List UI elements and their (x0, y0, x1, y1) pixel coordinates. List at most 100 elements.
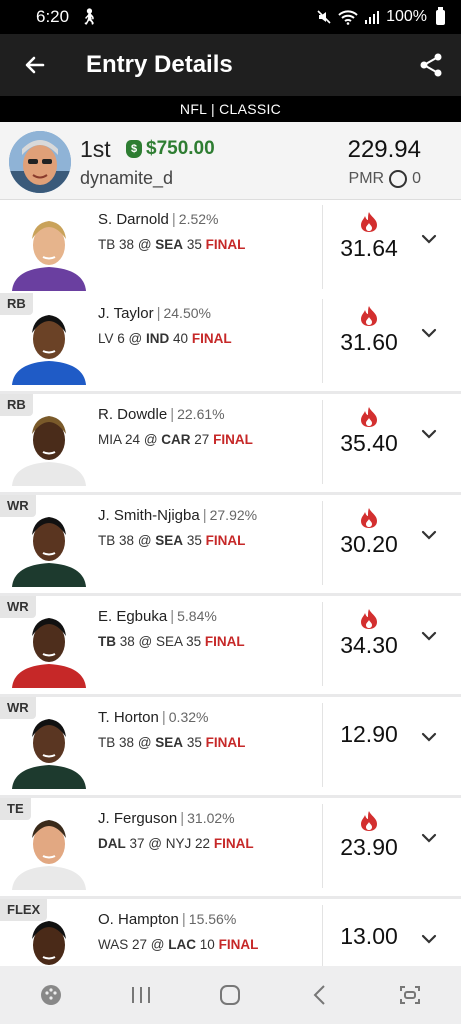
player-photo (10, 509, 88, 587)
player-list: S. Darnold | 2.52% TB 38 @ SEA 35 FINAL 31… (0, 200, 461, 966)
entry-summary: 1st $ $750.00 dynamite_d 229.94 PMR 0 (0, 122, 461, 200)
home-icon (220, 985, 241, 1005)
back-button[interactable] (0, 34, 70, 96)
ownership: 31.02% (187, 810, 235, 826)
chevron-down-icon[interactable] (419, 525, 439, 545)
player-row[interactable]: WR J. Smith-Njigba | 27.92% TB 38 @ SEA 35… (0, 495, 461, 593)
gamepad-button[interactable] (26, 975, 76, 1015)
player-row[interactable]: WR E. Egbuka | 5.84% TB 38 @ SEA 35 FINAL … (0, 596, 461, 694)
game-status: FINAL (204, 634, 245, 649)
player-row[interactable]: FLEX O. Hampton | 15.56% WAS 27 @ LAC 10 F… (0, 899, 461, 966)
team-2: LAC (168, 937, 197, 952)
team-1: TB (98, 533, 116, 548)
score-1: 6 (117, 331, 125, 346)
score-1: 24 (125, 432, 141, 447)
player-row[interactable]: RB J. Taylor | 24.50% LV 6 @ IND 40 FINAL … (0, 293, 461, 391)
flame-icon (361, 306, 377, 326)
team-1: TB (98, 634, 116, 649)
fantasy-points: 13.00 (340, 923, 398, 949)
game-info: TB 38 @ SEA 35 FINAL (98, 237, 246, 252)
player-name[interactable]: J. Smith-Njigba (98, 507, 200, 524)
pmr: PMR 0 (349, 170, 421, 188)
player-row[interactable]: TE J. Ferguson | 31.02% DAL 37 @ NYJ 22 FI… (0, 798, 461, 896)
team-2: NYJ (165, 836, 192, 851)
battery-icon (436, 6, 445, 25)
player-photo (10, 610, 88, 688)
prize: $ $750.00 (126, 138, 215, 160)
player-name[interactable]: J. Ferguson (98, 810, 177, 827)
score-2: 35 (186, 237, 202, 252)
game-status: FINAL (213, 432, 253, 447)
game-info: MIA 24 @ CAR 27 FINAL (98, 432, 253, 447)
contest-type-bar: NFL | CLASSIC (0, 96, 461, 122)
fantasy-points: 35.40 (340, 430, 398, 456)
player-row[interactable]: S. Darnold | 2.52% TB 38 @ SEA 35 FINAL 31… (0, 200, 461, 297)
avatar[interactable] (9, 131, 71, 193)
player-row[interactable]: WR T. Horton | 0.32% TB 38 @ SEA 35 FINAL … (0, 697, 461, 795)
chevron-down-icon[interactable] (419, 626, 439, 646)
team-2: SEA (155, 237, 184, 252)
game-status: FINAL (205, 735, 246, 750)
divider (322, 905, 323, 966)
score-2: 40 (173, 331, 189, 346)
fantasy-points: 31.64 (340, 235, 398, 261)
chevron-down-icon[interactable] (419, 727, 439, 747)
battery-percent: 100% (386, 8, 427, 25)
player-name-line: O. Hampton | 15.56% (98, 911, 237, 928)
divider (322, 205, 323, 289)
team-2: SEA (155, 533, 184, 548)
fantasy-points: 30.20 (340, 531, 398, 557)
chevron-down-icon[interactable] (419, 424, 439, 444)
score-1: 38 (119, 237, 135, 252)
page-title: Entry Details (86, 51, 233, 78)
app-header: Entry Details (0, 34, 461, 96)
game-status: FINAL (205, 237, 246, 252)
player-photo (10, 307, 88, 385)
flame-icon (361, 508, 377, 528)
game-status: FINAL (213, 836, 254, 851)
back-chevron-icon (313, 985, 325, 1005)
team-1: DAL (98, 836, 126, 851)
player-row[interactable]: RB R. Dowdle | 22.61% MIA 24 @ CAR 27 FINA… (0, 394, 461, 492)
score-2: 22 (195, 836, 211, 851)
status-time: 6:20 (36, 7, 70, 26)
player-name[interactable]: O. Hampton (98, 911, 179, 928)
money-bag-icon: $ (126, 140, 142, 158)
flame-icon (361, 407, 377, 427)
player-name[interactable]: J. Taylor (98, 305, 154, 322)
game-info: TB 38 @ SEA 35 FINAL (98, 735, 246, 750)
home-button[interactable] (205, 975, 255, 1015)
score-2: 10 (199, 937, 215, 952)
chevron-down-icon[interactable] (419, 828, 439, 848)
recents-button[interactable] (116, 975, 166, 1015)
player-photo (10, 408, 88, 486)
chevron-down-icon[interactable] (419, 229, 439, 249)
screenshot-button[interactable] (385, 975, 435, 1015)
system-back-button[interactable] (295, 975, 345, 1015)
player-name-line: R. Dowdle | 22.61% (98, 406, 225, 423)
score-2: 35 (186, 735, 202, 750)
pmr-label: PMR (348, 170, 385, 187)
player-name-line: E. Egbuka | 5.84% (98, 608, 217, 625)
chevron-down-icon[interactable] (419, 929, 439, 949)
divider (322, 501, 323, 585)
divider (322, 400, 323, 484)
walking-icon: 🚶︎ (79, 9, 100, 26)
player-name[interactable]: E. Egbuka (98, 608, 167, 625)
player-photo (10, 913, 88, 966)
back-arrow-icon (25, 56, 45, 74)
team-2: IND (146, 331, 170, 346)
score-2: 35 (186, 533, 202, 548)
game-status: FINAL (205, 533, 246, 548)
score-1: 38 (119, 634, 135, 649)
fantasy-points: 31.60 (340, 329, 398, 355)
flame-icon (361, 609, 377, 629)
game-status: FINAL (191, 331, 232, 346)
chevron-down-icon[interactable] (419, 323, 439, 343)
share-button[interactable] (401, 34, 461, 96)
team-1: WAS (98, 937, 129, 952)
player-name[interactable]: R. Dowdle (98, 406, 167, 423)
status-bar: 6:20 🚶︎ 100% (0, 0, 461, 34)
player-name[interactable]: S. Darnold (98, 211, 169, 228)
player-name[interactable]: T. Horton (98, 709, 159, 726)
